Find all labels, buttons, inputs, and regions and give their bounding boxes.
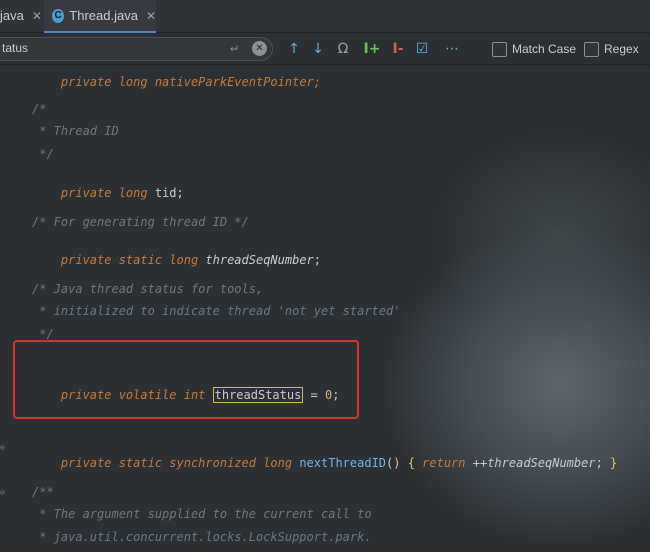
code-line: * java.util.concurrent.locks.LockSupport… — [32, 530, 372, 544]
code-token: ; — [313, 253, 322, 267]
code-token: () — [386, 456, 408, 470]
code-line: private static long threadSeqNumber; — [32, 236, 321, 284]
code-token: return — [422, 456, 473, 470]
code-token: ++ — [472, 456, 488, 470]
select-all-occurrences-icon[interactable]: ☑ — [412, 39, 432, 59]
code-token: ; — [595, 456, 611, 470]
code-line: private long nativeParkEventPointer; — [32, 65, 321, 106]
code-line: * Thread ID — [32, 124, 119, 138]
tab-java[interactable]: java ✕ — [0, 0, 44, 31]
code-line: private static synchronized long nextThr… — [32, 439, 617, 487]
regex-checkbox[interactable] — [584, 42, 599, 57]
code-line: /* For generating thread ID */ — [32, 215, 249, 229]
code-line: * initialized to indicate thread 'not ye… — [32, 304, 401, 318]
regex-label[interactable]: Regex — [604, 42, 639, 56]
code-token: nextThreadID — [299, 456, 387, 470]
code-token: private long — [60, 186, 155, 200]
code-line: /* — [32, 102, 47, 116]
code-line: private long tid; — [32, 169, 184, 217]
java-class-icon: C — [52, 8, 65, 23]
code-token: private long nativeParkEventPointer; — [60, 75, 321, 89]
code-line: /** — [32, 485, 54, 499]
code-token: tid; — [154, 186, 184, 200]
code-token: } — [610, 456, 618, 470]
enter-icon: ↵ — [230, 40, 238, 55]
editor-tab-bar: java ✕ C Thread.java ✕ — [0, 0, 650, 33]
code-token: private static long — [60, 253, 206, 267]
tab-label: java — [0, 8, 24, 23]
code-line: * The argument supplied to the current c… — [32, 507, 372, 521]
filter-more-icon[interactable]: ⋯ — [442, 39, 462, 59]
fold-marker-icon[interactable]: ⊖ — [0, 488, 6, 497]
search-input[interactable]: tatus ↵ ✕ — [0, 37, 273, 61]
clear-icon[interactable]: ✕ — [252, 41, 267, 56]
code-token: { — [407, 456, 423, 470]
code-token: private static synchronized long — [60, 456, 300, 470]
remove-selection-icon[interactable]: I- — [388, 39, 408, 59]
search-value: tatus — [2, 41, 29, 55]
next-occurrence-icon[interactable]: ↓ — [308, 39, 328, 59]
close-icon[interactable]: ✕ — [32, 9, 42, 23]
close-icon[interactable]: ✕ — [146, 9, 156, 23]
match-case-label[interactable]: Match Case — [512, 42, 576, 56]
find-all-icon[interactable]: Ω — [333, 39, 353, 59]
code-editor[interactable]: private long nativeParkEventPointer; /* … — [0, 65, 650, 552]
fold-marker-icon[interactable]: ⊖ — [0, 443, 6, 452]
code-token: threadSeqNumber — [487, 456, 596, 470]
tab-thread-java[interactable]: C Thread.java ✕ — [44, 0, 156, 33]
previous-occurrence-icon[interactable]: ↑ — [284, 39, 304, 59]
code-line: */ — [32, 147, 54, 161]
match-case-checkbox[interactable] — [492, 42, 507, 57]
code-token: threadSeqNumber — [205, 253, 314, 267]
annotation-highlight-box — [13, 340, 359, 419]
find-bar: tatus ↵ ✕ ↑ ↓ Ω I+ I- ☑ ⋯ Match Case Reg… — [0, 33, 650, 65]
tab-label: Thread.java — [69, 8, 138, 23]
add-selection-icon[interactable]: I+ — [362, 39, 382, 59]
code-line: /* Java thread status for tools, — [32, 282, 264, 296]
